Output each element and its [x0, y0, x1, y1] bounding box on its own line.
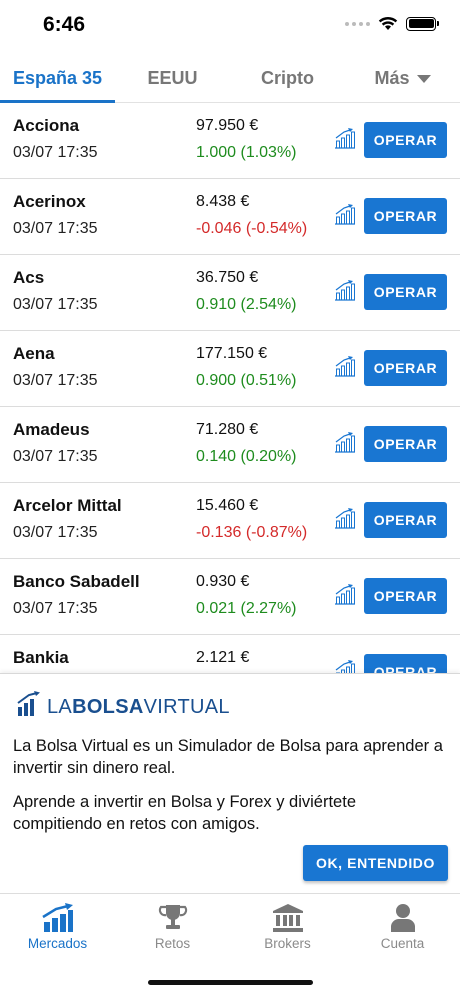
tab-espana-35[interactable]: España 35 [0, 55, 115, 103]
stock-price: 97.950 € [196, 117, 259, 134]
stock-row[interactable]: Acerinox 03/07 17:35 8.438 € -0.046 (-0.54%… [0, 179, 460, 255]
stock-row[interactable]: Banco Sabadell 03/07 17:35 0.930 € 0.021 (2… [0, 559, 460, 635]
stock-name: Acciona [13, 116, 80, 135]
info-panel: LABOLSAVIRTUAL La Bolsa Virtual es un Si… [0, 673, 460, 893]
stock-change: 0.140 (0.20%) [196, 448, 297, 465]
stock-date: 03/07 17:35 [13, 372, 98, 389]
chart-icon[interactable] [334, 507, 356, 529]
nav-item-retos[interactable]: Retos [115, 894, 230, 955]
ok-understood-button[interactable]: OK, ENTENDIDO [303, 845, 448, 881]
status-time: 6:46 [43, 13, 86, 36]
stock-name: Arcelor Mittal [13, 496, 122, 515]
tab-label: Más [374, 68, 410, 88]
stock-change: 0.910 (2.54%) [196, 296, 297, 313]
stock-name: Acs [13, 268, 45, 287]
stock-price: 15.460 € [196, 497, 259, 514]
stock-row[interactable]: Acs 03/07 17:35 36.750 € 0.910 (2.54%) OPERA… [0, 255, 460, 331]
stock-date: 03/07 17:35 [13, 600, 98, 617]
bottom-nav: Mercados Retos Brokers Cuenta [0, 893, 460, 955]
stock-date: 03/07 17:35 [13, 524, 98, 541]
logo-text-virtual: VIRTUAL [143, 696, 230, 718]
stock-date: 03/07 17:35 [13, 144, 98, 161]
tab-mas[interactable]: Más [345, 55, 460, 102]
stock-row[interactable]: Arcelor Mittal 03/07 17:35 15.460 € -0.136 … [0, 483, 460, 559]
nav-item-brokers[interactable]: Brokers [230, 894, 345, 955]
operar-button[interactable]: OPERAR [364, 654, 447, 673]
nav-label: Brokers [264, 936, 311, 951]
stock-change: 0.021 (2.27%) [196, 600, 297, 617]
stock-date: 03/07 17:35 [13, 448, 98, 465]
stock-price: 36.750 € [196, 269, 259, 286]
stock-name: Aena [13, 344, 55, 363]
home-indicator [148, 980, 313, 985]
operar-button[interactable]: OPERAR [364, 198, 447, 234]
stock-price: 2.121 € [196, 649, 250, 666]
stock-change: -0.046 (-0.54%) [196, 220, 308, 237]
stock-row[interactable]: Aena 03/07 17:35 177.150 € 0.900 (0.51%) OPE… [0, 331, 460, 407]
chart-icon[interactable] [334, 583, 356, 605]
user-icon [390, 904, 415, 932]
stock-row[interactable]: Amadeus 03/07 17:35 71.280 € 0.140 (0.20%) O… [0, 407, 460, 483]
chart-icon[interactable] [334, 203, 356, 225]
nav-label: Mercados [27, 936, 88, 951]
stock-price: 177.150 € [196, 345, 268, 362]
market-tabs: España 35 EEUU Cripto Más [0, 55, 460, 103]
trophy-icon [158, 905, 187, 929]
stock-date: 03/07 17:35 [13, 296, 98, 313]
stock-date: 03/07 17:35 [13, 220, 98, 237]
stock-change: -0.136 (-0.87%) [196, 524, 308, 541]
tab-cripto[interactable]: Cripto [230, 55, 345, 102]
chart-icon[interactable] [334, 127, 356, 149]
chart-icon[interactable] [334, 431, 356, 453]
nav-label: Retos [154, 936, 191, 951]
info-paragraph-1: La Bolsa Virtual es un Simulador de Bols… [13, 737, 443, 777]
logo-text-la: LA [47, 696, 73, 718]
stock-name: Bankia [13, 648, 69, 667]
wifi-icon [378, 16, 398, 30]
logo-text: LABOLSAVIRTUAL [47, 697, 230, 717]
operar-button[interactable]: OPERAR [364, 274, 447, 310]
chart-icon[interactable] [334, 279, 356, 301]
operar-button[interactable]: OPERAR [364, 350, 447, 386]
nav-item-mercados[interactable]: Mercados [0, 894, 115, 955]
stock-price: 0.930 € [196, 573, 250, 590]
stock-change: 1.000 (1.03%) [196, 144, 297, 161]
status-icons [345, 16, 439, 31]
stock-name: Amadeus [13, 420, 90, 439]
operar-button[interactable]: OPERAR [364, 578, 447, 614]
stock-price: 8.438 € [196, 193, 250, 210]
tab-label: EEUU [147, 68, 198, 88]
operar-button[interactable]: OPERAR [364, 426, 447, 462]
cellular-signal-icon [345, 21, 370, 26]
stock-list[interactable]: Acciona 03/07 17:35 97.950 € 1.000 (1.03%) O… [0, 103, 460, 673]
tab-label: España 35 [12, 68, 103, 88]
stock-change: 0.900 (0.51%) [196, 372, 297, 389]
operar-button[interactable]: OPERAR [364, 122, 447, 158]
logo-text-bolsa: BOLSA [72, 696, 144, 718]
stock-price: 71.280 € [196, 421, 259, 438]
market-chart-icon [41, 903, 73, 932]
bank-icon [272, 904, 303, 932]
operar-button[interactable]: OPERAR [364, 502, 447, 538]
logo-chart-icon [17, 691, 40, 716]
stock-name: Banco Sabadell [13, 572, 140, 591]
status-bar: 6:46 [0, 0, 460, 50]
chart-icon[interactable] [334, 355, 356, 377]
tab-eeuu[interactable]: EEUU [115, 55, 230, 102]
nav-item-cuenta[interactable]: Cuenta [345, 894, 460, 955]
la-bolsa-virtual-logo: LABOLSAVIRTUAL [17, 691, 230, 717]
nav-label: Cuenta [380, 936, 425, 951]
caret-down-icon [416, 74, 431, 83]
stock-name: Acerinox [13, 192, 86, 211]
tab-label: Cripto [261, 68, 314, 88]
stock-row[interactable]: Acciona 03/07 17:35 97.950 € 1.000 (1.03%) O… [0, 103, 460, 179]
stock-row[interactable]: Bankia 2.121 € OPERAR [0, 635, 460, 673]
info-paragraph-2: Aprende a invertir en Bolsa y Forex y di… [13, 793, 356, 833]
battery-icon [406, 16, 439, 31]
chart-icon[interactable] [334, 659, 356, 673]
